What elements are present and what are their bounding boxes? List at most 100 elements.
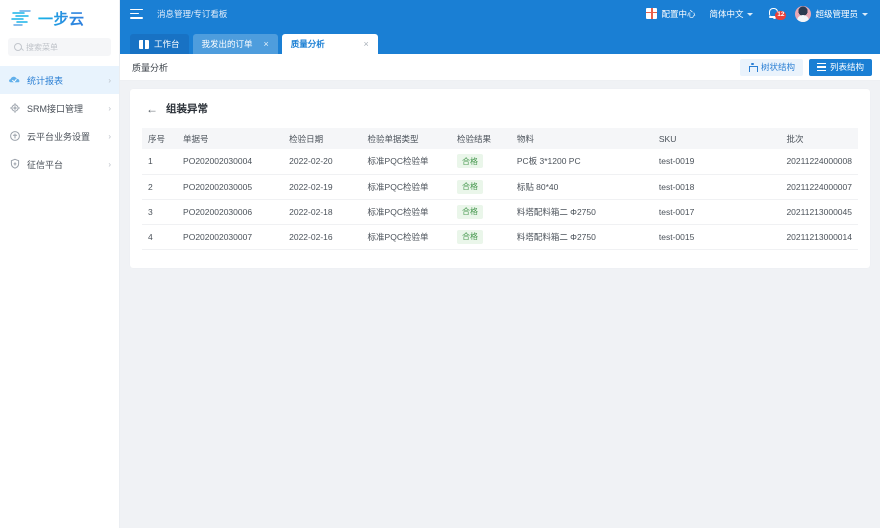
cell-doc-type: 标准PQC检验单: [362, 224, 451, 249]
column-header-batch: 批次: [780, 128, 858, 149]
column-header-index: 序号: [142, 128, 177, 149]
hamburger-icon[interactable]: [130, 9, 143, 19]
tab-bar: 工作台 我发出的订单 × 质量分析 ×: [120, 27, 880, 54]
cell-index: 4: [142, 224, 177, 249]
cell-material: 标贴 80*40: [511, 174, 653, 199]
table-header-row: 序号 单据号 检验日期 检验单据类型 检验结果 物料 SKU 批次: [142, 128, 858, 149]
main-region: 消息管理/专订看板 配置中心 简体中文 12: [120, 0, 880, 528]
sidebar-item-label: 统计报表: [27, 74, 102, 87]
app-root: 一步云 搜索菜单 统计报表 › SRM接口管理 ›: [0, 0, 880, 528]
cell-date: 2022-02-19: [283, 174, 361, 199]
table-body: 1 PO202002030004 2022-02-20 标准PQC检验单 合格 …: [142, 149, 858, 249]
gift-box-icon: [646, 8, 657, 19]
tab-label: 工作台: [154, 38, 180, 50]
chevron-right-icon: ›: [108, 132, 111, 141]
chart-report-icon: [9, 74, 21, 86]
cell-doc-no: PO202002030006: [177, 199, 283, 224]
sidebar-item-label: 征信平台: [27, 158, 102, 171]
cell-batch: 20211224000007: [780, 174, 858, 199]
status-badge: 合格: [457, 205, 483, 219]
user-menu[interactable]: 超级管理员: [795, 6, 868, 22]
cell-sku: test-0018: [653, 174, 781, 199]
close-icon[interactable]: ×: [364, 39, 369, 49]
chevron-down-icon: [747, 13, 753, 16]
logo[interactable]: 一步云: [0, 0, 119, 36]
cell-sku: test-0019: [653, 149, 781, 174]
page-header-bar: 质量分析 树状结构 列表结构: [120, 54, 880, 81]
quality-analysis-card: ← 组装异常 序号 单据号 检验日期 检验单据类型 检验结: [130, 89, 870, 268]
sidebar-item-credit-platform[interactable]: 征信平台 ›: [0, 150, 119, 178]
chevron-right-icon: ›: [108, 104, 111, 113]
inspection-table: 序号 单据号 检验日期 检验单据类型 检验结果 物料 SKU 批次 1: [142, 128, 858, 250]
tab-my-sent-orders[interactable]: 我发出的订单 ×: [193, 34, 278, 54]
menu-search-placeholder: 搜索菜单: [26, 42, 58, 53]
table-row[interactable]: 4 PO202002030007 2022-02-16 标准PQC检验单 合格 …: [142, 224, 858, 249]
chevron-down-icon: [862, 13, 868, 16]
column-header-result: 检验结果: [451, 128, 511, 149]
sidebar-item-srm-interface[interactable]: SRM接口管理 ›: [0, 94, 119, 122]
breadcrumb: 消息管理/专订看板: [157, 8, 227, 20]
table-row[interactable]: 1 PO202002030004 2022-02-20 标准PQC检验单 合格 …: [142, 149, 858, 174]
topbar-right-actions: 配置中心 简体中文 12 超级管理员: [646, 6, 868, 22]
cell-result: 合格: [451, 174, 511, 199]
tab-label: 我发出的订单: [202, 38, 253, 50]
list-structure-label: 列表结构: [830, 61, 864, 73]
tree-structure-label: 树状结构: [761, 61, 795, 73]
cell-doc-no: PO202002030004: [177, 149, 283, 174]
sidebar-item-statistics-report[interactable]: 统计报表 ›: [0, 66, 119, 94]
list-structure-icon: [817, 63, 826, 71]
config-center-button[interactable]: 配置中心: [646, 8, 695, 20]
column-header-doc-no: 单据号: [177, 128, 283, 149]
cell-sku: test-0017: [653, 199, 781, 224]
column-header-material: 物料: [511, 128, 653, 149]
cell-result: 合格: [451, 224, 511, 249]
page-title: 质量分析: [132, 61, 168, 74]
card-header: ← 组装异常: [142, 99, 858, 128]
cell-date: 2022-02-20: [283, 149, 361, 174]
cell-date: 2022-02-18: [283, 199, 361, 224]
cell-material: PC板 3*1200 PC: [511, 149, 653, 174]
cell-index: 2: [142, 174, 177, 199]
sidebar-item-cloud-business-settings[interactable]: 云平台业务设置 ›: [0, 122, 119, 150]
language-selector[interactable]: 简体中文: [709, 8, 753, 20]
card-title-text: 组装异常: [166, 101, 208, 116]
cell-index: 3: [142, 199, 177, 224]
menu-search-input[interactable]: 搜索菜单: [8, 38, 111, 56]
logo-text: 一步云: [38, 8, 85, 29]
shield-credit-icon: [9, 158, 21, 170]
notification-count-badge: 12: [775, 11, 786, 20]
language-label: 简体中文: [709, 8, 743, 20]
cloud-lines-logo-icon: [10, 8, 34, 28]
tab-quality-analysis[interactable]: 质量分析 ×: [282, 34, 378, 54]
cell-batch: 20211213000014: [780, 224, 858, 249]
page-header-actions: 树状结构 列表结构: [740, 59, 872, 76]
cell-material: 料塔配料箱二 Φ2750: [511, 199, 653, 224]
sidebar: 一步云 搜索菜单 统计报表 › SRM接口管理 ›: [0, 0, 120, 528]
user-name-label: 超级管理员: [815, 8, 858, 20]
cell-result: 合格: [451, 199, 511, 224]
cell-doc-no: PO202002030005: [177, 174, 283, 199]
notification-bell-button[interactable]: 12: [767, 7, 781, 21]
table-head: 序号 单据号 检验日期 检验单据类型 检验结果 物料 SKU 批次: [142, 128, 858, 149]
avatar: [795, 6, 811, 22]
cloud-settings-icon: [9, 130, 21, 142]
plug-interface-icon: [9, 102, 21, 114]
cell-doc-no: PO202002030007: [177, 224, 283, 249]
column-header-sku: SKU: [653, 128, 781, 149]
table-row[interactable]: 2 PO202002030005 2022-02-19 标准PQC检验单 合格 …: [142, 174, 858, 199]
cell-result: 合格: [451, 149, 511, 174]
cell-material: 料塔配料箱二 Φ2750: [511, 224, 653, 249]
status-badge: 合格: [457, 180, 483, 194]
table-row[interactable]: 3 PO202002030006 2022-02-18 标准PQC检验单 合格 …: [142, 199, 858, 224]
tab-workbench[interactable]: 工作台: [130, 34, 189, 54]
sidebar-item-label: SRM接口管理: [27, 102, 102, 115]
cell-doc-type: 标准PQC检验单: [362, 149, 451, 174]
list-structure-button[interactable]: 列表结构: [809, 59, 872, 76]
tree-structure-button[interactable]: 树状结构: [740, 59, 803, 76]
chevron-right-icon: ›: [108, 76, 111, 85]
back-arrow-icon[interactable]: ←: [146, 103, 158, 115]
cell-doc-type: 标准PQC检验单: [362, 174, 451, 199]
close-icon[interactable]: ×: [264, 39, 269, 49]
cell-index: 1: [142, 149, 177, 174]
chevron-right-icon: ›: [108, 160, 111, 169]
